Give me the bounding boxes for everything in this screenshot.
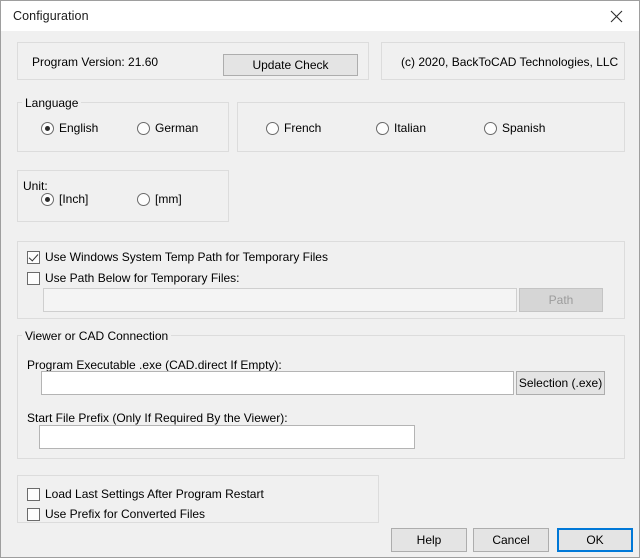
unit-group-label: Unit: [23, 179, 48, 193]
title-bar: Configuration [1, 1, 639, 31]
program-version-label: Program Version: 21.60 [32, 55, 158, 69]
checkbox-use-path-below[interactable]: Use Path Below for Temporary Files: [27, 271, 240, 285]
checkbox-label-use-prefix-converted: Use Prefix for Converted Files [45, 507, 205, 521]
check-mark-use-prefix-converted [27, 508, 40, 521]
radio-label-english: English [59, 121, 98, 135]
check-mark-path-below [27, 272, 40, 285]
radio-mark-mm [137, 193, 150, 206]
checkbox-use-system-temp[interactable]: Use Windows System Temp Path for Tempora… [27, 250, 328, 264]
viewer-connection-group-label: Viewer or CAD Connection [22, 329, 171, 343]
radio-mark-italian [376, 122, 389, 135]
radio-mark-french [266, 122, 279, 135]
radio-unit-mm[interactable]: [mm] [137, 192, 182, 206]
configuration-dialog: Configuration Program Version: 21.60 Upd… [0, 0, 640, 558]
checkbox-label-system-temp: Use Windows System Temp Path for Tempora… [45, 250, 328, 264]
checkbox-use-prefix-converted[interactable]: Use Prefix for Converted Files [27, 507, 205, 521]
radio-label-mm: [mm] [155, 192, 182, 206]
radio-mark-inch [41, 193, 54, 206]
checkbox-label-path-below: Use Path Below for Temporary Files: [45, 271, 240, 285]
program-executable-label: Program Executable .exe (CAD.direct If E… [27, 358, 282, 372]
radio-language-german[interactable]: German [137, 121, 198, 135]
window-title: Configuration [13, 9, 89, 23]
radio-label-french: French [284, 121, 321, 135]
close-icon[interactable] [593, 1, 639, 31]
selection-exe-button[interactable]: Selection (.exe) [516, 371, 605, 395]
check-mark-load-last-settings [27, 488, 40, 501]
check-mark-system-temp [27, 251, 40, 264]
copyright-label: (c) 2020, BackToCAD Technologies, LLC [401, 55, 618, 69]
start-file-prefix-input[interactable] [39, 425, 415, 449]
cancel-button[interactable]: Cancel [473, 528, 549, 552]
update-check-button[interactable]: Update Check [223, 54, 358, 76]
radio-mark-english [41, 122, 54, 135]
radio-label-italian: Italian [394, 121, 426, 135]
radio-mark-spanish [484, 122, 497, 135]
ok-button[interactable]: OK [557, 528, 633, 552]
language-group-label: Language [22, 96, 81, 110]
radio-language-english[interactable]: English [41, 121, 98, 135]
help-button[interactable]: Help [391, 528, 467, 552]
radio-mark-german [137, 122, 150, 135]
radio-language-spanish[interactable]: Spanish [484, 121, 545, 135]
checkbox-label-load-last-settings: Load Last Settings After Program Restart [45, 487, 264, 501]
radio-label-spanish: Spanish [502, 121, 545, 135]
radio-unit-inch[interactable]: [Inch] [41, 192, 88, 206]
path-button[interactable]: Path [519, 288, 603, 312]
checkbox-load-last-settings[interactable]: Load Last Settings After Program Restart [27, 487, 264, 501]
radio-label-inch: [Inch] [59, 192, 88, 206]
program-executable-input[interactable] [41, 371, 514, 395]
radio-language-french[interactable]: French [266, 121, 321, 135]
radio-label-german: German [155, 121, 198, 135]
start-file-prefix-label: Start File Prefix (Only If Required By t… [27, 411, 288, 425]
radio-language-italian[interactable]: Italian [376, 121, 426, 135]
temp-path-input[interactable] [43, 288, 517, 312]
